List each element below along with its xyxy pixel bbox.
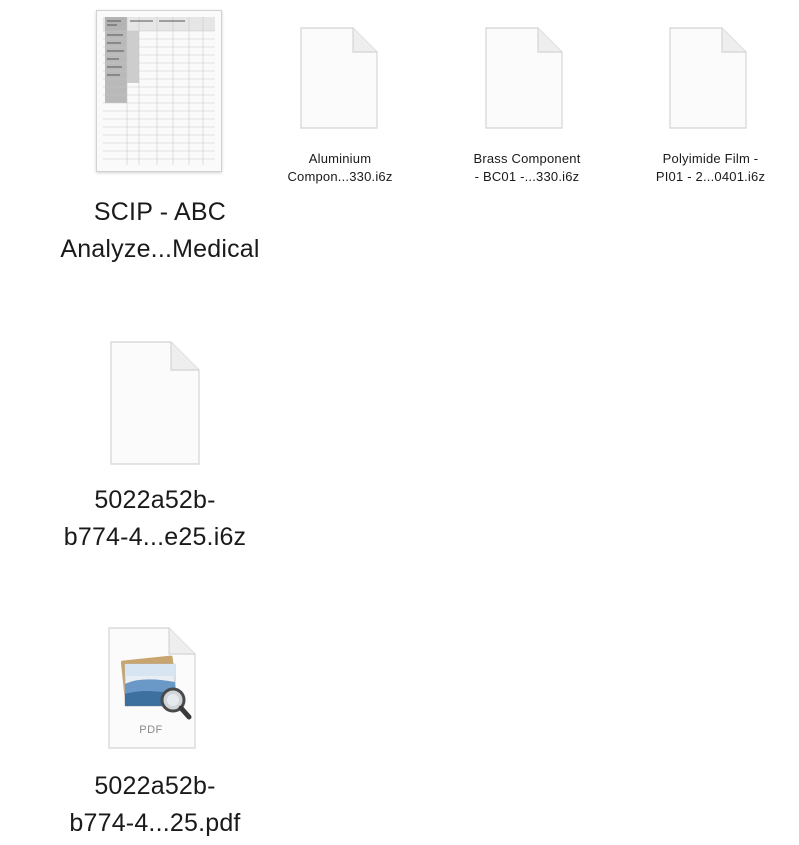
file-name-line1: Brass Component bbox=[473, 151, 581, 166]
file-name-line1: 5022a52b- bbox=[94, 772, 216, 800]
file-item-5022a52b-i6z[interactable]: 5022a52b- b774-4...e25.i6z bbox=[0, 336, 310, 576]
file-item-brass-component[interactable]: Brass Component - BC01 -...330.i6z bbox=[432, 22, 622, 202]
file-item-polyimide-film[interactable]: Polyimide Film - PI01 - 2...0401.i6z bbox=[622, 22, 799, 202]
file-item-aluminium[interactable]: Aluminium Compon...330.i6z bbox=[258, 22, 422, 202]
file-name-line2: - BC01 -...330.i6z bbox=[474, 169, 580, 184]
file-name-line1: 5022a52b- bbox=[94, 486, 216, 514]
pdf-badge: PDF bbox=[139, 724, 163, 736]
file-name-line1: Aluminium bbox=[308, 151, 372, 166]
file-name-line2: Compon...330.i6z bbox=[287, 169, 393, 184]
file-name-line2: b774-4...e25.i6z bbox=[63, 523, 247, 551]
file-name-line2: PI01 - 2...0401.i6z bbox=[655, 169, 766, 184]
blank-document-icon bbox=[669, 27, 747, 129]
blank-document-icon bbox=[300, 27, 378, 129]
file-name-line2: Analyze...Medical bbox=[60, 235, 260, 263]
file-name-line2: b774-4...25.pdf bbox=[69, 809, 241, 837]
blank-document-icon bbox=[110, 341, 200, 465]
file-name-line1: Polyimide Film - bbox=[662, 151, 759, 166]
blank-document-icon bbox=[485, 27, 563, 129]
spreadsheet-thumbnail-icon bbox=[96, 10, 222, 172]
file-item-5022a52b-pdf[interactable]: PDF 5022a52b- b774-4...25.pdf bbox=[0, 624, 310, 845]
